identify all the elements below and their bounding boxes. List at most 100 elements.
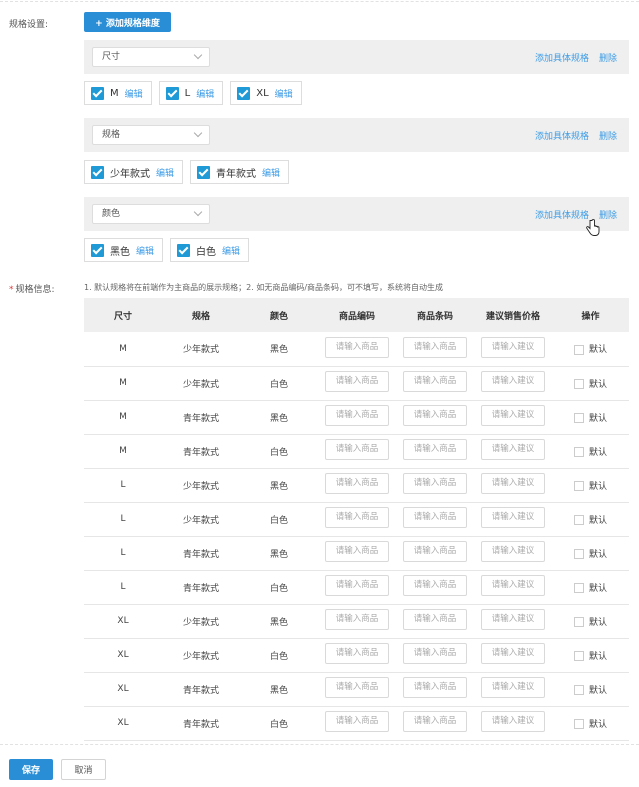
checkbox-checked-icon[interactable] [91,165,104,179]
price-input[interactable]: 请输入建议 [481,439,545,460]
barcode-input[interactable]: 请输入商品 [403,507,467,528]
code-input[interactable]: 请输入商品 [325,609,389,630]
checkbox-checked-icon[interactable] [165,86,179,100]
checkbox-checked-icon[interactable] [91,243,104,257]
barcode-input[interactable]: 请输入商品 [403,643,467,664]
price-input[interactable]: 请输入建议 [481,643,545,664]
dimension-select-size[interactable]: 尺寸 [92,47,210,67]
price-input[interactable]: 请输入建议 [481,541,545,562]
edit-link[interactable]: 编辑 [156,166,174,179]
edit-link[interactable]: 编辑 [262,166,280,179]
price-input[interactable]: 请输入建议 [481,371,545,392]
default-checkbox[interactable] [573,549,584,559]
checkbox-checked-icon[interactable] [177,243,191,257]
dimension-select-color[interactable]: 颜色 [92,204,210,224]
default-option[interactable]: 默认 [573,413,607,424]
price-input[interactable]: 请输入建议 [481,711,545,732]
price-input[interactable]: 请输入建议 [481,473,545,494]
add-spec-link[interactable]: 添加具体规格 [535,208,589,221]
default-option[interactable]: 默认 [573,481,607,492]
default-option[interactable]: 默认 [573,344,607,355]
default-checkbox[interactable] [573,719,584,729]
spec-value-chip[interactable]: L 编辑 [158,81,224,105]
default-option[interactable]: 默认 [573,549,607,560]
spec-value-chip[interactable]: XL 编辑 [230,81,302,105]
default-option[interactable]: 默认 [573,719,607,730]
default-checkbox[interactable] [573,379,584,389]
delete-dimension-link[interactable]: 删除 [599,51,617,64]
default-option[interactable]: 默认 [573,379,607,390]
default-checkbox[interactable] [573,685,584,695]
default-option[interactable]: 默认 [573,515,607,526]
code-input[interactable]: 请输入商品 [325,575,389,596]
code-input[interactable]: 请输入商品 [325,405,389,426]
spec-value-chip[interactable]: 少年款式 编辑 [84,160,184,184]
default-checkbox[interactable] [573,413,584,423]
edit-link[interactable]: 编辑 [222,244,240,257]
barcode-input[interactable]: 请输入商品 [403,405,467,426]
barcode-input[interactable]: 请输入商品 [403,541,467,562]
code-input[interactable]: 请输入商品 [325,541,389,562]
default-option[interactable]: 默认 [573,617,607,628]
code-input[interactable]: 请输入商品 [325,677,389,698]
default-option[interactable]: 默认 [573,447,607,458]
barcode-input[interactable]: 请输入商品 [403,711,467,732]
cell-spec: 青年款式 [162,400,240,435]
default-option[interactable]: 默认 [573,583,607,594]
price-input[interactable]: 请输入建议 [481,575,545,596]
price-input[interactable]: 请输入建议 [481,507,545,528]
save-button[interactable]: 保存 [9,759,53,780]
cell-barcode: 请输入商品 [396,604,474,639]
barcode-input[interactable]: 请输入商品 [403,336,467,358]
barcode-input[interactable]: 请输入商品 [403,609,467,630]
edit-link[interactable]: 编辑 [275,87,293,100]
barcode-input[interactable]: 请输入商品 [403,677,467,698]
dimension-select-spec[interactable]: 规格 [92,125,210,145]
cell-operation: 默认 [552,434,629,469]
default-label: 默认 [588,719,607,730]
default-checkbox[interactable] [573,344,584,355]
cancel-button[interactable]: 取消 [61,759,106,780]
spec-value-chip[interactable]: 白色 编辑 [170,238,250,262]
default-option[interactable]: 默认 [573,651,607,662]
add-spec-link[interactable]: 添加具体规格 [535,51,589,64]
checkbox-checked-icon[interactable] [237,86,251,100]
delete-dimension-link[interactable]: 删除 [599,129,617,142]
cell-size: M [84,434,162,469]
code-input[interactable]: 请输入商品 [325,711,389,732]
add-spec-link[interactable]: 添加具体规格 [535,129,589,142]
spec-value-chip[interactable]: M 编辑 [84,81,152,105]
default-option[interactable]: 默认 [573,685,607,696]
default-checkbox[interactable] [573,447,584,457]
barcode-input[interactable]: 请输入商品 [403,439,467,460]
barcode-input[interactable]: 请输入商品 [403,473,467,494]
barcode-input[interactable]: 请输入商品 [403,575,467,596]
spec-value-chip[interactable]: 黑色 编辑 [84,238,164,262]
code-input[interactable]: 请输入商品 [325,336,389,358]
default-checkbox[interactable] [573,515,584,525]
delete-dimension-link[interactable]: 删除 [599,208,617,221]
cell-spec: 青年款式 [162,706,240,741]
price-input[interactable]: 请输入建议 [481,336,545,358]
code-input[interactable]: 请输入商品 [325,371,389,392]
code-input[interactable]: 请输入商品 [325,439,389,460]
default-checkbox[interactable] [573,617,584,627]
spec-value-chip[interactable]: 青年款式 编辑 [190,160,290,184]
cell-spec: 少年款式 [162,366,240,401]
edit-link[interactable]: 编辑 [136,244,154,257]
code-input[interactable]: 请输入商品 [325,507,389,528]
price-input[interactable]: 请输入建议 [481,677,545,698]
edit-link[interactable]: 编辑 [196,87,214,100]
checkbox-checked-icon[interactable] [197,165,211,179]
price-input[interactable]: 请输入建议 [481,609,545,630]
add-dimension-button[interactable]: + 添加规格维度 [84,12,171,32]
code-input[interactable]: 请输入商品 [325,473,389,494]
edit-link[interactable]: 编辑 [125,87,143,100]
price-input[interactable]: 请输入建议 [481,405,545,426]
default-checkbox[interactable] [573,583,584,593]
checkbox-checked-icon[interactable] [91,86,104,100]
default-checkbox[interactable] [573,651,584,661]
code-input[interactable]: 请输入商品 [325,643,389,664]
barcode-input[interactable]: 请输入商品 [403,371,467,392]
default-checkbox[interactable] [573,481,584,491]
